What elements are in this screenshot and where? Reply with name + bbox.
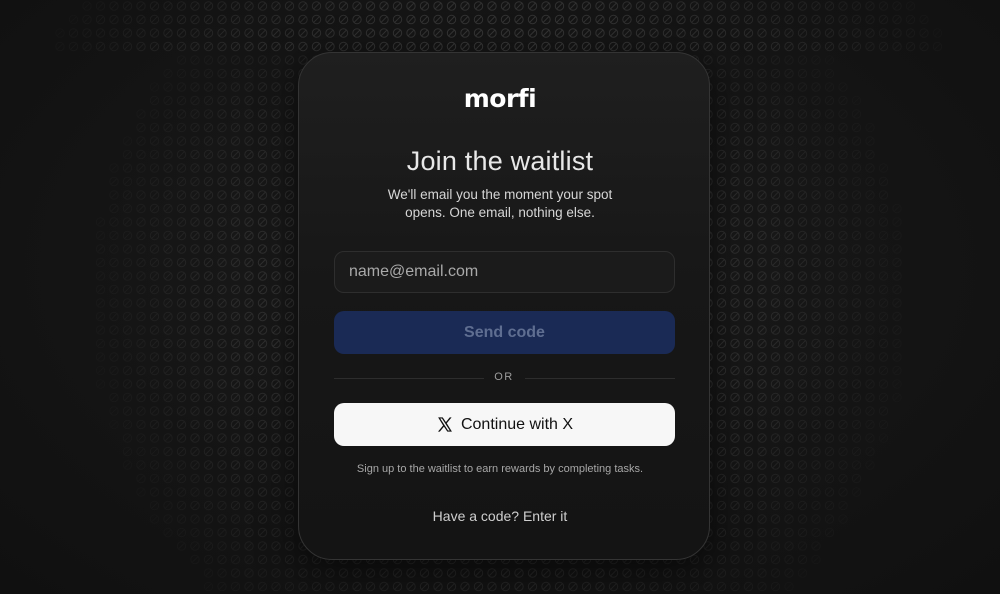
- waitlist-card: [298, 52, 710, 560]
- divider-label: OR: [494, 371, 514, 383]
- page-title: Join the waitlist: [406, 146, 594, 176]
- email-field[interactable]: [334, 251, 675, 293]
- have-code-link[interactable]: Have a code? Enter it: [0, 508, 1000, 524]
- continue-with-x-label: Continue with X: [460, 415, 574, 433]
- brand-logo: morfi: [463, 84, 537, 113]
- subtitle-text: We'll email you the moment your spot ope…: [387, 187, 613, 220]
- divider-line-right: [525, 378, 675, 379]
- rewards-info-text: Sign up to the waitlist to earn rewards …: [356, 463, 644, 475]
- send-code-button[interactable]: Send code: [334, 311, 675, 354]
- divider-line-left: [334, 378, 484, 379]
- continue-with-x-button[interactable]: Continue with X: [334, 403, 675, 446]
- x-logo-icon: [437, 417, 452, 432]
